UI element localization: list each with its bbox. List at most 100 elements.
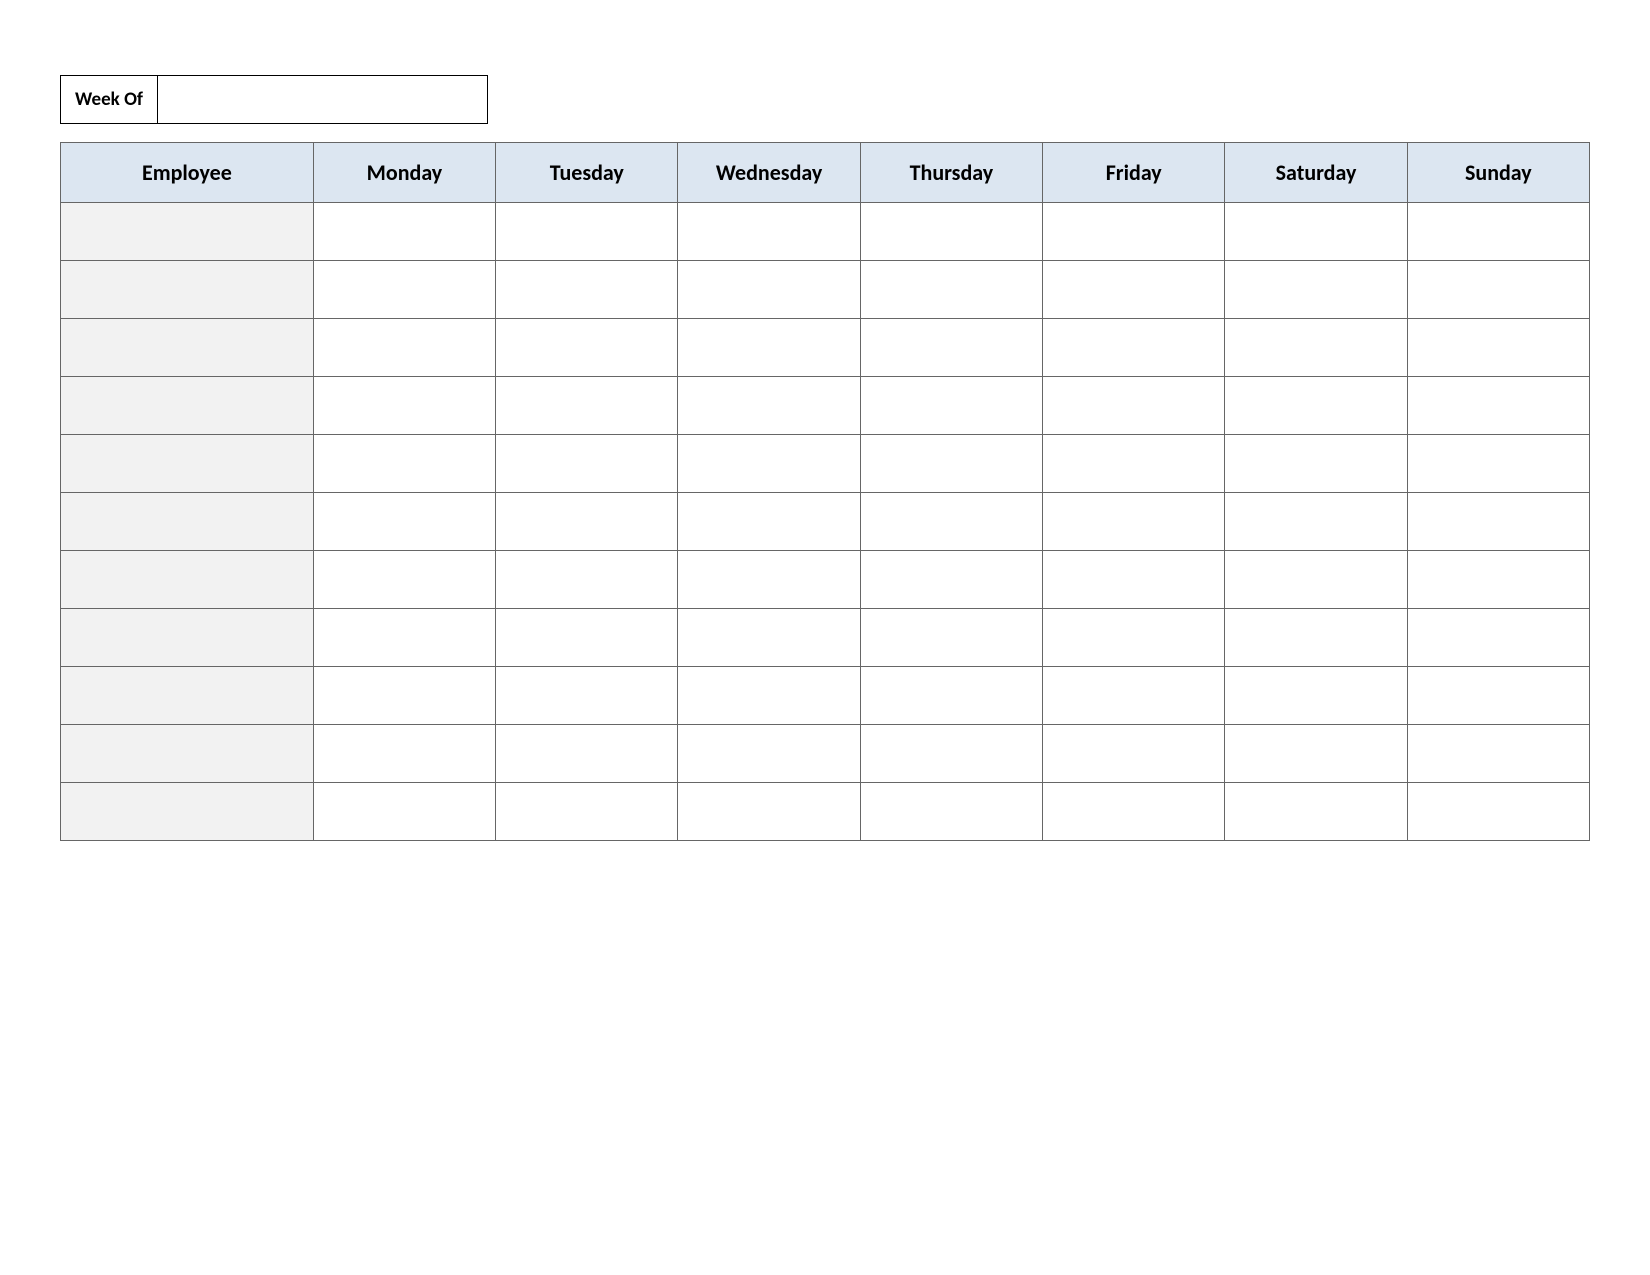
employee-cell[interactable] [61, 435, 314, 493]
schedule-cell[interactable] [1225, 377, 1407, 435]
schedule-cell[interactable] [313, 783, 495, 841]
schedule-cell[interactable] [678, 377, 860, 435]
schedule-cell[interactable] [1407, 435, 1589, 493]
schedule-cell[interactable] [678, 203, 860, 261]
table-body [61, 203, 1590, 841]
employee-cell[interactable] [61, 261, 314, 319]
schedule-cell[interactable] [496, 493, 678, 551]
schedule-cell[interactable] [1407, 783, 1589, 841]
week-of-input[interactable] [158, 75, 488, 124]
employee-cell[interactable] [61, 319, 314, 377]
schedule-cell[interactable] [860, 435, 1042, 493]
table-row [61, 261, 1590, 319]
day-header-tuesday: Tuesday [496, 143, 678, 203]
schedule-cell[interactable] [496, 377, 678, 435]
schedule-cell[interactable] [313, 609, 495, 667]
employee-cell[interactable] [61, 783, 314, 841]
schedule-cell[interactable] [860, 203, 1042, 261]
schedule-cell[interactable] [313, 493, 495, 551]
schedule-cell[interactable] [1043, 203, 1225, 261]
schedule-cell[interactable] [313, 551, 495, 609]
schedule-cell[interactable] [1225, 319, 1407, 377]
schedule-cell[interactable] [1043, 377, 1225, 435]
schedule-cell[interactable] [1407, 377, 1589, 435]
schedule-cell[interactable] [313, 377, 495, 435]
schedule-cell[interactable] [1043, 551, 1225, 609]
schedule-cell[interactable] [860, 377, 1042, 435]
schedule-cell[interactable] [496, 783, 678, 841]
schedule-cell[interactable] [1043, 783, 1225, 841]
schedule-cell[interactable] [678, 319, 860, 377]
employee-cell[interactable] [61, 667, 314, 725]
employee-cell[interactable] [61, 609, 314, 667]
schedule-cell[interactable] [1043, 493, 1225, 551]
schedule-cell[interactable] [496, 435, 678, 493]
schedule-cell[interactable] [860, 261, 1042, 319]
schedule-cell[interactable] [678, 725, 860, 783]
schedule-cell[interactable] [860, 319, 1042, 377]
schedule-cell[interactable] [1043, 261, 1225, 319]
schedule-cell[interactable] [1043, 725, 1225, 783]
schedule-cell[interactable] [1407, 203, 1589, 261]
schedule-cell[interactable] [678, 551, 860, 609]
schedule-cell[interactable] [860, 667, 1042, 725]
schedule-cell[interactable] [1407, 609, 1589, 667]
schedule-cell[interactable] [678, 667, 860, 725]
table-row [61, 435, 1590, 493]
schedule-cell[interactable] [1225, 667, 1407, 725]
schedule-cell[interactable] [496, 609, 678, 667]
schedule-cell[interactable] [860, 551, 1042, 609]
schedule-cell[interactable] [1225, 609, 1407, 667]
employee-cell[interactable] [61, 203, 314, 261]
schedule-cell[interactable] [496, 725, 678, 783]
schedule-cell[interactable] [678, 261, 860, 319]
schedule-cell[interactable] [1225, 783, 1407, 841]
employee-cell[interactable] [61, 377, 314, 435]
schedule-cell[interactable] [1225, 261, 1407, 319]
schedule-cell[interactable] [313, 203, 495, 261]
employee-cell[interactable] [61, 551, 314, 609]
schedule-cell[interactable] [678, 609, 860, 667]
schedule-cell[interactable] [860, 725, 1042, 783]
schedule-cell[interactable] [1225, 551, 1407, 609]
schedule-table: Employee Monday Tuesday Wednesday Thursd… [60, 142, 1590, 841]
schedule-cell[interactable] [1043, 319, 1225, 377]
schedule-cell[interactable] [860, 493, 1042, 551]
schedule-cell[interactable] [678, 783, 860, 841]
schedule-cell[interactable] [496, 319, 678, 377]
schedule-cell[interactable] [860, 609, 1042, 667]
schedule-cell[interactable] [496, 203, 678, 261]
schedule-cell[interactable] [1407, 493, 1589, 551]
schedule-cell[interactable] [313, 319, 495, 377]
schedule-cell[interactable] [1407, 319, 1589, 377]
table-row [61, 783, 1590, 841]
schedule-cell[interactable] [1225, 493, 1407, 551]
schedule-cell[interactable] [860, 783, 1042, 841]
schedule-cell[interactable] [1043, 609, 1225, 667]
schedule-cell[interactable] [1225, 725, 1407, 783]
schedule-cell[interactable] [313, 667, 495, 725]
schedule-cell[interactable] [678, 493, 860, 551]
table-row [61, 551, 1590, 609]
employee-cell[interactable] [61, 493, 314, 551]
schedule-cell[interactable] [678, 435, 860, 493]
schedule-cell[interactable] [1225, 435, 1407, 493]
table-row [61, 203, 1590, 261]
schedule-cell[interactable] [313, 435, 495, 493]
schedule-cell[interactable] [1407, 667, 1589, 725]
schedule-cell[interactable] [1407, 261, 1589, 319]
schedule-cell[interactable] [313, 725, 495, 783]
schedule-cell[interactable] [1225, 203, 1407, 261]
schedule-cell[interactable] [1407, 551, 1589, 609]
employee-header: Employee [61, 143, 314, 203]
employee-cell[interactable] [61, 725, 314, 783]
schedule-cell[interactable] [496, 667, 678, 725]
schedule-cell[interactable] [313, 261, 495, 319]
day-header-thursday: Thursday [860, 143, 1042, 203]
schedule-cell[interactable] [1043, 435, 1225, 493]
schedule-cell[interactable] [1407, 725, 1589, 783]
schedule-cell[interactable] [496, 551, 678, 609]
schedule-cell[interactable] [496, 261, 678, 319]
schedule-cell[interactable] [1043, 667, 1225, 725]
day-header-wednesday: Wednesday [678, 143, 860, 203]
